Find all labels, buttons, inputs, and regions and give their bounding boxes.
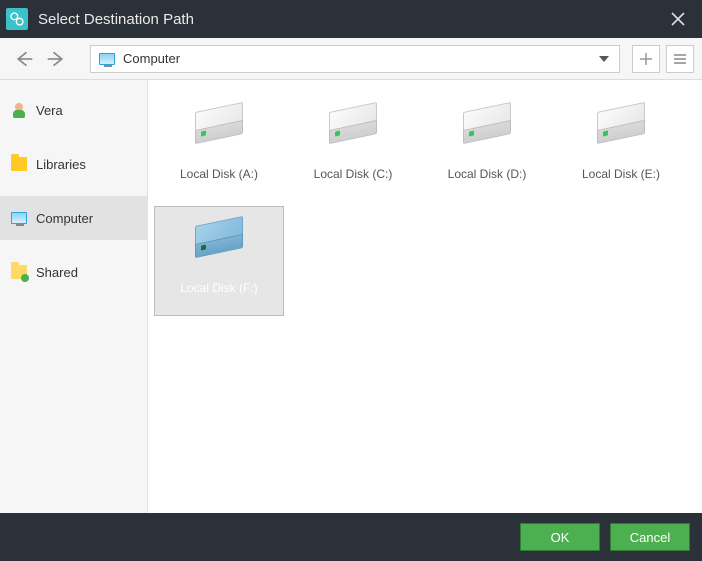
sidebar-item-label: Libraries [36, 157, 86, 172]
monitor-icon [97, 53, 117, 65]
cancel-button[interactable]: Cancel [610, 523, 690, 551]
disk-icon [591, 101, 651, 153]
disk-icon [189, 215, 249, 267]
chevron-down-icon [599, 56, 609, 62]
disk-item[interactable]: Local Disk (A:) [154, 92, 284, 202]
monitor-icon [10, 209, 28, 227]
breadcrumb-text: Computer [123, 51, 595, 66]
sidebar-item-computer[interactable]: Computer [0, 196, 147, 240]
nav-forward-button[interactable] [40, 43, 72, 75]
new-folder-button[interactable] [632, 45, 660, 73]
sidebar-item-label: Computer [36, 211, 93, 226]
close-button[interactable] [662, 3, 694, 35]
nav-back-button[interactable] [8, 43, 40, 75]
breadcrumb[interactable]: Computer [90, 45, 620, 73]
window-title: Select Destination Path [38, 11, 662, 28]
sidebar-item-label: Vera [36, 103, 63, 118]
disk-label: Local Disk (E:) [582, 167, 660, 181]
close-icon [671, 12, 685, 26]
disk-icon [189, 101, 249, 153]
disk-label: Local Disk (D:) [448, 167, 527, 181]
ok-button[interactable]: OK [520, 523, 600, 551]
disk-item[interactable]: Local Disk (C:) [288, 92, 418, 202]
main-grid: Local Disk (A:) Local Disk (C:) Local Di… [148, 80, 702, 513]
sidebar: Vera Libraries Computer Shared [0, 80, 148, 513]
disk-label: Local Disk (C:) [314, 167, 393, 181]
disk-icon [323, 101, 383, 153]
user-icon [10, 101, 28, 119]
sidebar-item-libraries[interactable]: Libraries [0, 142, 147, 186]
arrow-left-icon [14, 49, 34, 69]
list-icon [673, 52, 687, 66]
disk-item[interactable]: Local Disk (D:) [422, 92, 552, 202]
view-list-button[interactable] [666, 45, 694, 73]
disk-label: Local Disk (A:) [180, 167, 258, 181]
plus-icon [639, 52, 653, 66]
body: Vera Libraries Computer Shared Local Dis… [0, 80, 702, 513]
disk-label: Local Disk (F:) [180, 281, 257, 295]
app-icon [6, 8, 28, 30]
libraries-icon [10, 155, 28, 173]
sidebar-item-label: Shared [36, 265, 78, 280]
toolbar: Computer [0, 38, 702, 80]
titlebar: Select Destination Path [0, 0, 702, 38]
disk-item[interactable]: Local Disk (F:) [154, 206, 284, 316]
sidebar-item-shared[interactable]: Shared [0, 250, 147, 294]
arrow-right-icon [46, 49, 66, 69]
footer: OK Cancel [0, 513, 702, 561]
breadcrumb-dropdown[interactable] [595, 56, 613, 62]
sidebar-item-vera[interactable]: Vera [0, 88, 147, 132]
shared-folder-icon [10, 263, 28, 281]
disk-icon [457, 101, 517, 153]
disk-item[interactable]: Local Disk (E:) [556, 92, 686, 202]
